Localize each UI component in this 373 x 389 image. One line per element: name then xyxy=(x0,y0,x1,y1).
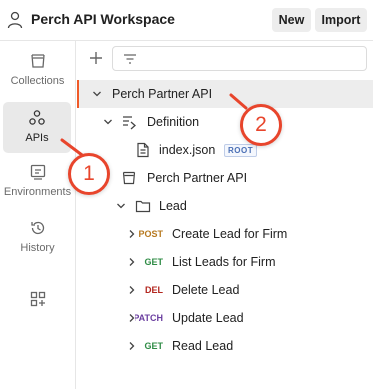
collection-icon xyxy=(122,171,136,185)
callout-marker-1: 1 xyxy=(68,153,110,195)
sidebar-item-environments[interactable]: Environments xyxy=(0,163,75,198)
sidebar-item-label: History xyxy=(20,242,55,254)
root-badge: ROOT xyxy=(224,144,258,157)
sidebar-item-collections[interactable]: Collections xyxy=(0,52,75,87)
request-name: Update Lead xyxy=(172,311,244,325)
tree-item-folder[interactable]: Lead xyxy=(77,192,373,220)
apis-icon xyxy=(29,110,45,125)
callout-marker-2: 2 xyxy=(240,104,282,146)
workspace-header: Perch API Workspace New Import xyxy=(0,0,373,41)
sidebar-item-label: Collections xyxy=(10,75,65,87)
tree-item-api[interactable]: Perch Partner API xyxy=(77,80,373,108)
sidebar-item-label: APIs xyxy=(25,132,49,144)
plus-icon[interactable] xyxy=(88,50,104,66)
sidebar: Collections APIs Environments History xyxy=(0,41,76,389)
filter-input[interactable] xyxy=(112,46,367,71)
folder-name: Lead xyxy=(159,199,187,213)
request-item[interactable]: PATCH Update Lead xyxy=(77,304,373,332)
request-name: List Leads for Firm xyxy=(172,255,276,269)
chevron-down-icon[interactable] xyxy=(116,201,126,211)
history-icon xyxy=(30,221,44,235)
add-workbench-icon xyxy=(30,291,45,307)
file-name: index.json xyxy=(159,143,216,157)
api-name: Perch Partner API xyxy=(112,87,213,101)
environments-icon xyxy=(30,164,45,180)
workspace-title[interactable]: Perch API Workspace xyxy=(31,11,175,27)
method-badge: PATCH xyxy=(135,313,163,323)
collections-icon xyxy=(30,54,45,68)
request-item[interactable]: DEL Delete Lead xyxy=(77,276,373,304)
tree-item-file[interactable]: index.json ROOT xyxy=(77,136,373,164)
chevron-down-icon[interactable] xyxy=(92,89,102,99)
request-item[interactable]: GET List Leads for Firm xyxy=(77,248,373,276)
definition-icon xyxy=(123,116,136,130)
tree-item-definition[interactable]: Definition xyxy=(77,108,373,136)
sidebar-item-add-workbench[interactable] xyxy=(0,290,75,308)
import-button[interactable]: Import xyxy=(315,8,367,32)
sidebar-item-history[interactable]: History xyxy=(0,219,75,254)
chevron-right-icon[interactable] xyxy=(127,313,137,323)
file-icon xyxy=(137,142,149,158)
sidebar-item-label: Environments xyxy=(3,186,72,198)
request-name: Delete Lead xyxy=(172,283,240,297)
method-badge: GET xyxy=(144,341,163,351)
method-badge: POST xyxy=(138,229,163,239)
definition-label: Definition xyxy=(147,115,200,129)
request-name: Create Lead for Firm xyxy=(172,227,288,241)
method-badge: GET xyxy=(144,257,163,267)
user-icon[interactable] xyxy=(7,11,23,29)
request-name: Read Lead xyxy=(172,339,234,353)
chevron-down-icon[interactable] xyxy=(103,117,113,127)
request-item[interactable]: GET Read Lead xyxy=(77,332,373,360)
new-button[interactable]: New xyxy=(272,8,311,32)
folder-icon xyxy=(135,200,151,213)
sidebar-item-apis[interactable]: APIs xyxy=(3,102,71,153)
collection-name: Perch Partner API xyxy=(147,171,248,185)
filter-icon xyxy=(124,54,136,64)
tree-item-collection[interactable]: Perch Partner API xyxy=(77,164,373,192)
request-item[interactable]: POST Create Lead for Firm xyxy=(77,220,373,248)
method-badge: DEL xyxy=(145,285,163,295)
